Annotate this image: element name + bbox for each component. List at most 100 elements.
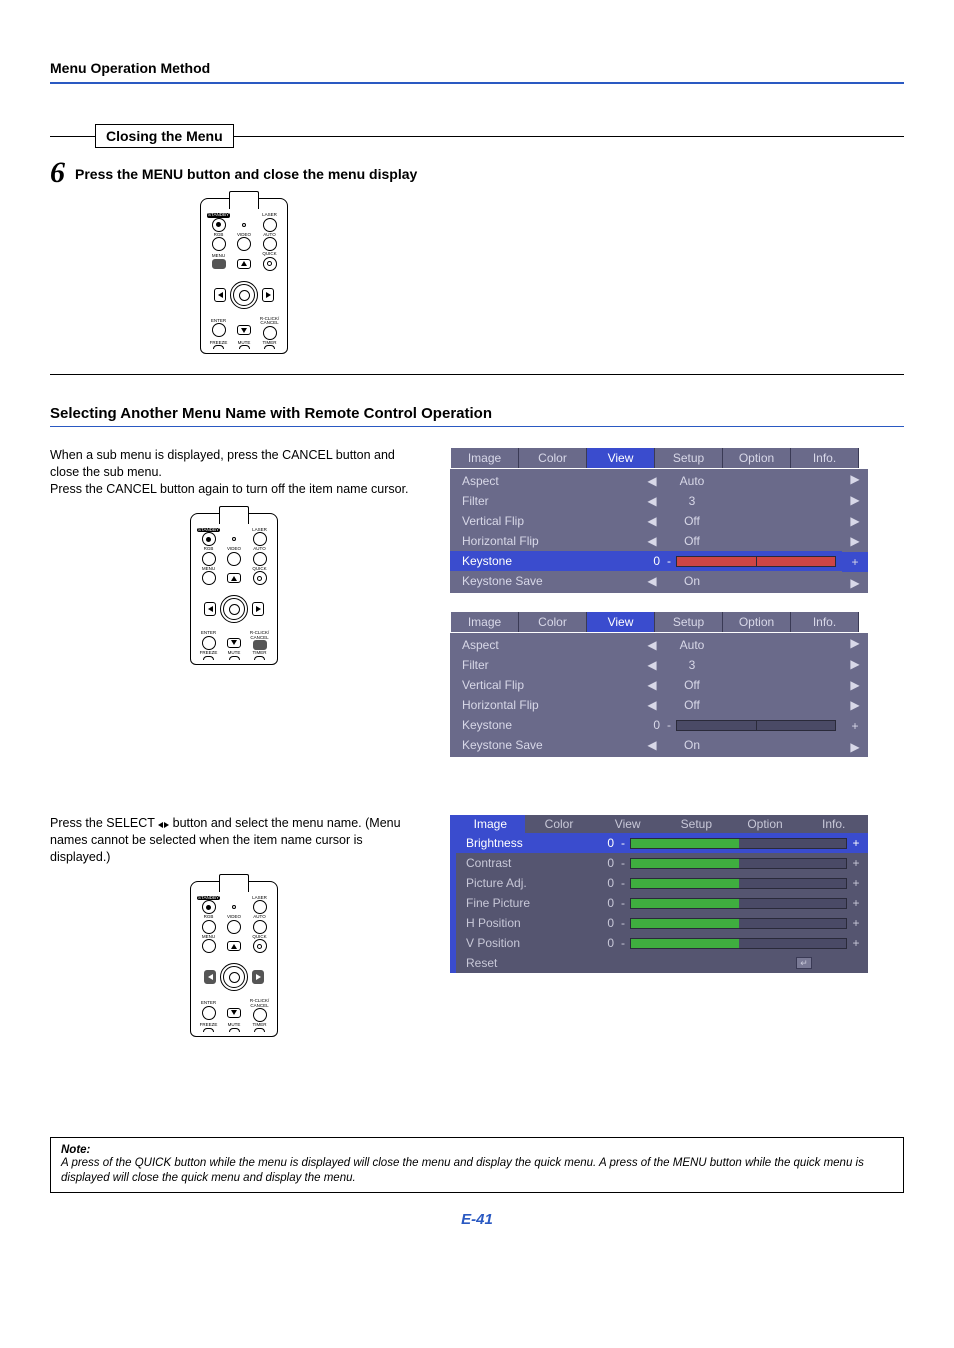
remote-illustration-1: STANDBY LASER RGB VIDEO AUTO MENU QUICK … (200, 198, 904, 354)
osd-row-keystone-save: Keystone Save◀On (450, 571, 842, 591)
dpad (214, 275, 274, 315)
arrow-right-icon: ▶ (842, 490, 868, 511)
note-heading: Note: (61, 1144, 893, 1156)
osd-tab-view: View (593, 815, 662, 833)
osd-row-keystone-save: Keystone Save◀On (450, 735, 842, 755)
trail-line (234, 136, 904, 137)
osd-label: Keystone Save (462, 574, 642, 588)
osd-tab-setup: Setup (655, 612, 723, 632)
step-number: 6 (50, 158, 65, 188)
closing-menu-title: Closing the Menu (95, 124, 234, 148)
lead-line (50, 136, 95, 137)
osd-label: Horizontal Flip (462, 534, 642, 548)
header-rule (50, 82, 904, 84)
osd-menu-1: ImageColorViewSetupOptionInfo. Aspect◀Au… (450, 447, 868, 593)
para-cancel-2: Press the CANCEL button again to turn of… (50, 481, 420, 498)
standby-button (212, 218, 226, 232)
osd-menu-2: ImageColorViewSetupOptionInfo. Aspect◀Au… (450, 611, 868, 757)
osd-tab-info: Info. (791, 448, 859, 468)
osd-label: Keystone (462, 554, 642, 568)
osd-label: Filter (462, 494, 642, 508)
left-right-arrows-icon (158, 822, 169, 828)
osd-label: V Position (466, 936, 596, 950)
osd-row-fine-picture: Fine Picture0-+ (456, 893, 868, 913)
osd-tab-option: Option (723, 448, 791, 468)
arrow-right-icon: ▶ (842, 674, 868, 695)
plus-icon: + (842, 552, 868, 573)
page-number: E-41 (50, 1211, 904, 1228)
para-select: Press the SELECT button and select the m… (50, 815, 420, 866)
osd-tab-setup: Setup (662, 815, 731, 833)
osd-label: Fine Picture (466, 896, 596, 910)
osd-tab-image: Image (451, 612, 519, 632)
osd-label: Filter (462, 658, 642, 672)
arrow-right-icon: ▶ (842, 510, 868, 531)
plus-icon: + (842, 716, 868, 737)
arrow-right-icon: ▶ (842, 736, 868, 757)
arrow-right-icon: ▶ (842, 572, 868, 593)
osd-row-filter: Filter◀3 (450, 655, 842, 675)
arrow-right-icon: ▶ (842, 531, 868, 552)
osd-row-keystone: Keystone0- (450, 551, 842, 571)
selecting-heading: Selecting Another Menu Name with Remote … (50, 405, 904, 422)
osd-tab-view: View (587, 612, 655, 632)
down-button (237, 325, 251, 335)
osd-label: Keystone (462, 718, 642, 732)
quick-button (263, 257, 277, 271)
osd-label: H Position (466, 916, 596, 930)
osd-row-contrast: Contrast0-+ (456, 853, 868, 873)
osd-tab-view: View (587, 448, 655, 468)
osd-row-aspect: Aspect◀Auto (450, 471, 842, 491)
osd-tab-color: Color (519, 612, 587, 632)
osd-row-picture-adj-: Picture Adj.0-+ (456, 873, 868, 893)
auto-button (263, 237, 277, 251)
osd-row-horizontal-flip: Horizontal Flip◀Off (450, 531, 842, 551)
arrow-right-icon: ▶ (842, 654, 868, 675)
osd-label: Brightness (466, 836, 596, 850)
osd-label: Contrast (466, 856, 596, 870)
osd-row-brightness: Brightness0-+ (456, 833, 868, 853)
osd-label: Reset (466, 956, 596, 970)
arrow-right-icon: ▶ (842, 633, 868, 654)
step-instruction: Press the MENU button and close the menu… (75, 158, 417, 182)
sub-rule (50, 426, 904, 427)
rgb-button (212, 237, 226, 251)
osd-tab-option: Option (731, 815, 800, 833)
section-rule (50, 374, 904, 375)
osd-row-aspect: Aspect◀Auto (450, 635, 842, 655)
osd-tab-image: Image (456, 815, 525, 833)
osd-tab-image: Image (451, 448, 519, 468)
two-column-block-2: Press the SELECT button and select the m… (50, 815, 904, 1037)
para-cancel-1: When a sub menu is displayed, press the … (50, 447, 420, 481)
page-header-title: Menu Operation Method (50, 60, 904, 76)
osd-label: Horizontal Flip (462, 698, 642, 712)
osd-row-vertical-flip: Vertical Flip◀Off (450, 675, 842, 695)
arrow-right-icon: ▶ (842, 695, 868, 716)
enter-icon: ↵ (796, 957, 812, 969)
osd-label: Aspect (462, 474, 642, 488)
osd-row-vertical-flip: Vertical Flip◀Off (450, 511, 842, 531)
osd-row-reset: Reset ↵ (456, 953, 868, 973)
section-closing-menu: Closing the Menu (50, 124, 904, 148)
osd-row-filter: Filter◀3 (450, 491, 842, 511)
osd-row-keystone: Keystone0- (450, 715, 842, 735)
remote-illustration-2: STANDBY LASER RGB VIDEO AUTO MENU QUICK (190, 513, 420, 665)
laser-button (263, 218, 277, 232)
osd-label: Keystone Save (462, 738, 642, 752)
osd-tab-color: Color (525, 815, 594, 833)
video-button (237, 237, 251, 251)
two-column-block-1: When a sub menu is displayed, press the … (50, 447, 904, 775)
arrow-right-icon: ▶ (842, 469, 868, 490)
osd-row-v-position: V Position0-+ (456, 933, 868, 953)
remote-illustration-3: STANDBY LASER RGB VIDEO AUTO MENU QUICK (190, 881, 420, 1037)
menu-button (212, 259, 226, 269)
up-button (237, 259, 251, 269)
enter-button (212, 323, 226, 337)
osd-row-h-position: H Position0-+ (456, 913, 868, 933)
note-text: A press of the QUICK button while the me… (61, 1156, 893, 1186)
osd-row-horizontal-flip: Horizontal Flip◀Off (450, 695, 842, 715)
step-6: 6 Press the MENU button and close the me… (50, 158, 904, 188)
osd-tab-option: Option (723, 612, 791, 632)
osd-tab-color: Color (519, 448, 587, 468)
osd-menu-3: ImageColorViewSetupOptionInfo. Brightnes… (450, 815, 868, 973)
